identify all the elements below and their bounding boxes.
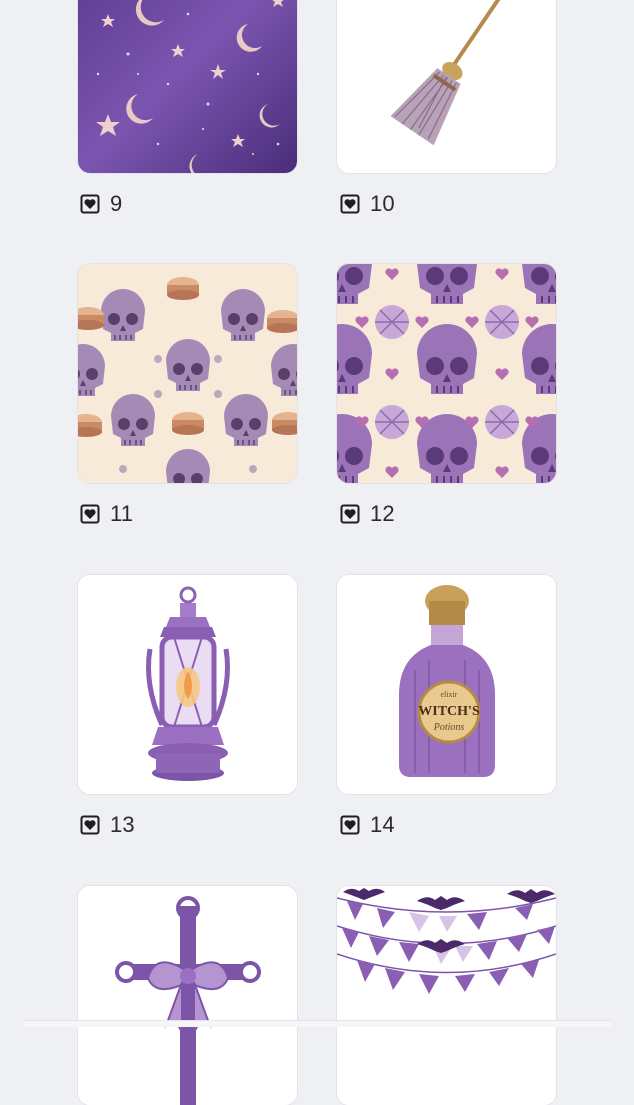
item-number: 12 bbox=[370, 501, 395, 526]
bottle-label-line-3: elixir bbox=[441, 690, 458, 699]
heart-box-icon[interactable] bbox=[80, 815, 100, 835]
thumbnail-16[interactable] bbox=[337, 886, 556, 1105]
item-meta-13: 13 bbox=[80, 811, 135, 839]
thumbnail-14[interactable]: elixir WITCH'S Potions bbox=[337, 575, 556, 794]
potion-bottle-image: elixir WITCH'S Potions bbox=[337, 575, 556, 794]
gothic-cross-image bbox=[78, 886, 297, 1105]
item-meta-11: 11 bbox=[80, 500, 133, 528]
bat-bunting-image bbox=[337, 886, 556, 1105]
item-meta-14: 14 bbox=[340, 811, 395, 839]
heart-box-icon[interactable] bbox=[340, 194, 360, 214]
heart-box-icon[interactable] bbox=[340, 815, 360, 835]
bottom-toolbar-edge bbox=[22, 1021, 612, 1027]
item-meta-10: 10 bbox=[340, 190, 395, 218]
purple-skull-pattern-image bbox=[337, 264, 556, 483]
heart-box-icon[interactable] bbox=[80, 504, 100, 524]
item-number: 13 bbox=[110, 812, 135, 837]
sugar-skull-pattern-image bbox=[78, 264, 297, 483]
night-sky-pattern-image bbox=[78, 0, 297, 173]
item-number: 14 bbox=[370, 812, 395, 837]
bottle-label-line-1: WITCH'S bbox=[418, 704, 480, 719]
item-meta-9: 9 bbox=[80, 190, 122, 218]
heart-box-icon[interactable] bbox=[340, 504, 360, 524]
item-meta-12: 12 bbox=[340, 500, 395, 528]
thumbnail-10[interactable] bbox=[337, 0, 556, 173]
heart-box-icon[interactable] bbox=[80, 194, 100, 214]
item-number: 9 bbox=[110, 191, 123, 216]
thumbnail-15[interactable] bbox=[78, 886, 297, 1105]
thumbnail-12[interactable] bbox=[337, 264, 556, 483]
item-number: 11 bbox=[110, 501, 134, 526]
purple-lantern-image bbox=[78, 575, 297, 794]
item-number: 10 bbox=[370, 191, 395, 216]
thumbnail-11[interactable] bbox=[78, 264, 297, 483]
witch-broom-image bbox=[337, 0, 556, 173]
thumbnail-9[interactable] bbox=[78, 0, 297, 173]
thumbnail-13[interactable] bbox=[78, 575, 297, 794]
bottle-label-line-2: Potions bbox=[433, 722, 465, 733]
